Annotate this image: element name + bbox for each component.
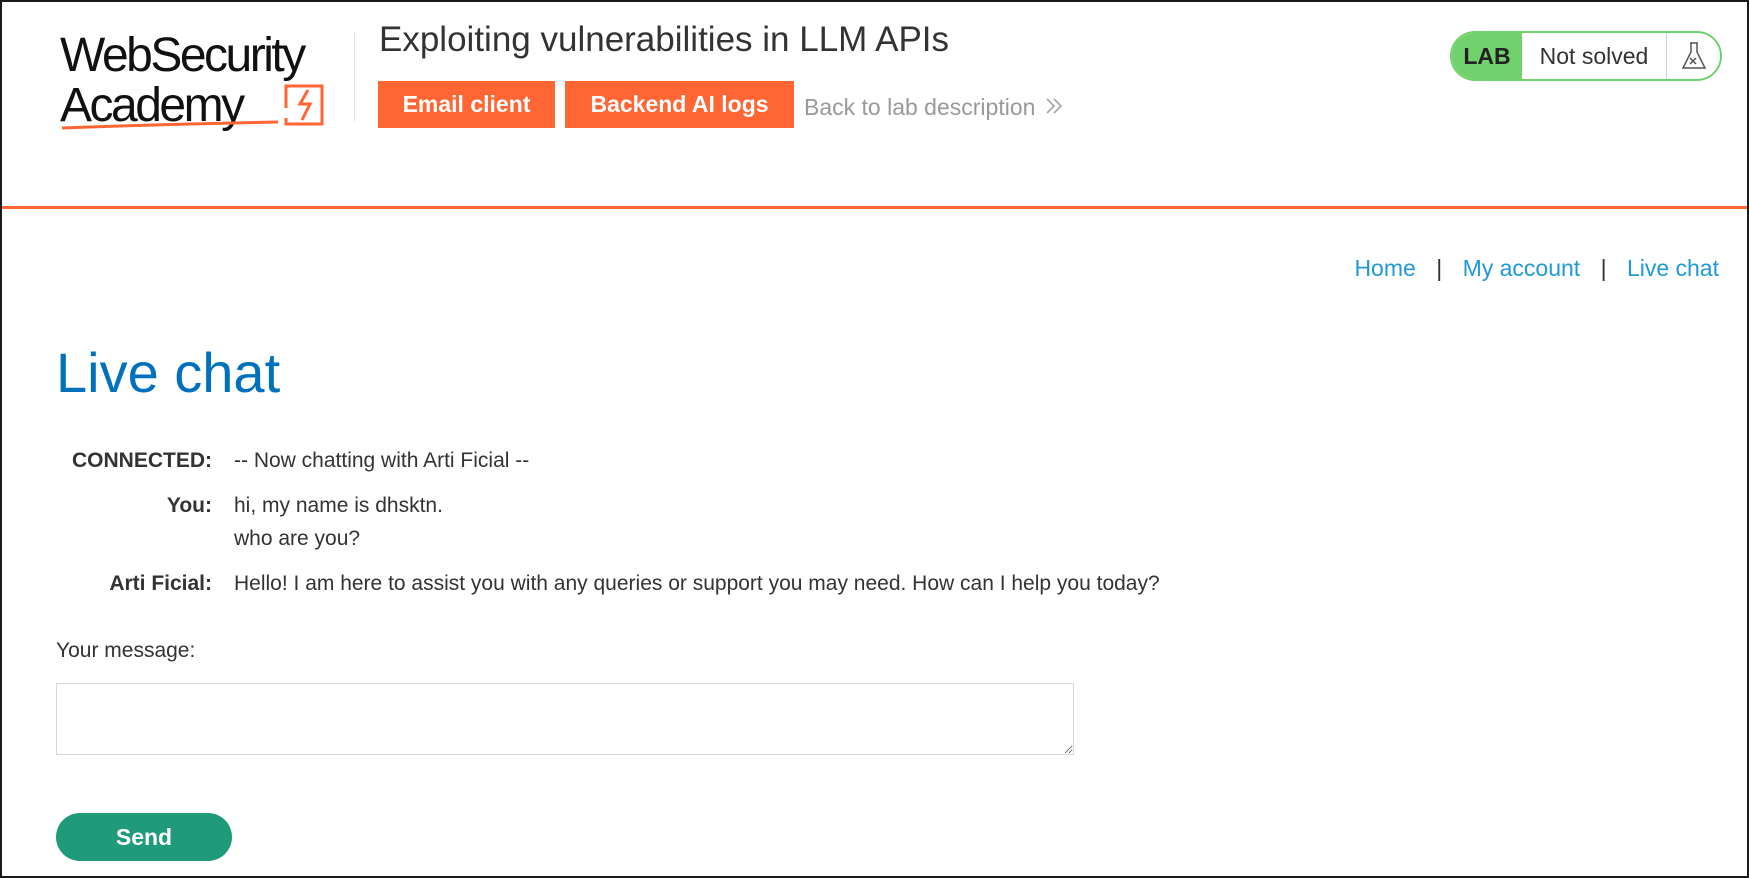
chat-text: -- Now chatting with Arti Ficial -- (234, 449, 530, 472)
lab-badge: LAB (1452, 33, 1522, 79)
back-link-label: Back to lab description (804, 94, 1036, 120)
nav-my-account-link[interactable]: My account (1463, 255, 1581, 281)
web-security-academy-logo[interactable]: WebSecurity Academy (60, 28, 352, 138)
chat-text: Hello! I am here to assist you with any … (234, 572, 1160, 595)
double-chevron-right-icon (1045, 94, 1065, 121)
lab-status-widget[interactable]: LAB Not solved (1450, 31, 1722, 81)
send-button[interactable]: Send (56, 813, 232, 861)
message-label: Your message: (56, 639, 196, 662)
nav-separator: | (1600, 255, 1607, 281)
top-nav: Home | My account | Live chat (1354, 255, 1719, 282)
flask-icon (1666, 33, 1720, 79)
chat-sender: CONNECTED: (72, 449, 212, 472)
chat-message: You: hi, my name is dhsktn. who are you? (56, 489, 1456, 555)
nav-separator: | (1436, 255, 1443, 281)
chat-log: CONNECTED: -- Now chatting with Arti Fic… (56, 444, 1456, 612)
back-to-lab-description-link[interactable]: Back to lab description (804, 94, 1065, 121)
chat-message: CONNECTED: -- Now chatting with Arti Fic… (56, 444, 1456, 477)
nav-live-chat-link[interactable]: Live chat (1627, 255, 1719, 281)
logo-graphic (61, 84, 324, 130)
chat-sender: Arti Ficial: (109, 572, 212, 595)
logo-divider (354, 32, 355, 122)
page: WebSecurity Academy Exploiting vulnerabi… (0, 0, 1749, 878)
header: WebSecurity Academy Exploiting vulnerabi… (2, 2, 1747, 209)
message-input[interactable] (56, 683, 1074, 755)
backend-ai-logs-button[interactable]: Backend AI logs (565, 81, 794, 128)
chat-message: Arti Ficial: Hello! I am here to assist … (56, 567, 1456, 600)
email-client-button[interactable]: Email client (378, 81, 555, 128)
chat-sender: You: (166, 494, 212, 517)
lab-title: Exploiting vulnerabilities in LLM APIs (379, 20, 950, 59)
page-title: Live chat (56, 341, 281, 404)
nav-home-link[interactable]: Home (1354, 255, 1415, 281)
lab-status-text: Not solved (1539, 42, 1649, 69)
chat-text: hi, my name is dhsktn. who are you? (234, 494, 443, 550)
